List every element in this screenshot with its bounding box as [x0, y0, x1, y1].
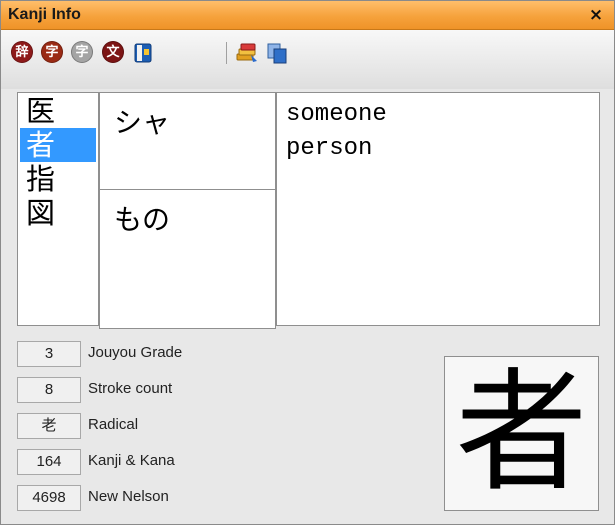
kun-reading-panel: もの [99, 189, 276, 329]
copy-icon [267, 43, 287, 64]
kanji-list[interactable]: 医 者 指 図 [17, 92, 99, 326]
window-title: Kanji Info [8, 6, 81, 23]
toolbar: 辞 字 字 文 [1, 30, 614, 89]
copy-button[interactable] [265, 41, 289, 65]
kanji-kana-value: 164 [17, 449, 81, 475]
new-nelson-value: 4698 [17, 485, 81, 511]
kanji-list-item[interactable]: 医 [20, 94, 96, 128]
kanji-info-window: Kanji Info × 辞 字 字 文 医 者 指 図 シャ もの someo… [0, 0, 615, 525]
on-reading-text: シャ [114, 106, 171, 139]
large-kanji-glyph: 者 [455, 356, 588, 510]
toolbar-separator [226, 42, 227, 64]
on-reading-panel: シャ [99, 92, 276, 190]
kanji-kana-label: Kanji & Kana [88, 452, 175, 469]
radical-label: Radical [88, 416, 139, 433]
jouyou-grade-label: Jouyou Grade [88, 344, 183, 361]
dictionary-button[interactable]: 辞 [11, 41, 35, 65]
stack-button[interactable] [235, 41, 259, 65]
text-icon: 文 [102, 41, 124, 63]
text-button[interactable]: 文 [102, 41, 126, 65]
jouyou-grade-value: 3 [17, 341, 81, 367]
kanji-list-item[interactable]: 指 [20, 162, 96, 196]
radical-value: 老 [17, 413, 81, 439]
new-nelson-label: New Nelson [88, 488, 169, 505]
kanji-list-item[interactable]: 図 [20, 196, 96, 230]
kun-reading-text: もの [114, 203, 171, 236]
close-button[interactable]: × [586, 4, 606, 26]
meaning-panel: someone person [276, 92, 600, 326]
character-disabled-icon: 字 [71, 41, 93, 63]
character-disabled-button[interactable]: 字 [71, 41, 95, 65]
stroke-count-value: 8 [17, 377, 81, 403]
character-icon: 字 [41, 41, 63, 63]
character-button[interactable]: 字 [41, 41, 65, 65]
stroke-count-label: Stroke count [88, 380, 173, 397]
meaning-line: person [286, 135, 373, 162]
large-kanji-display: 者 [444, 356, 599, 511]
book-icon [134, 43, 152, 63]
dictionary-icon: 辞 [11, 41, 33, 63]
book-button[interactable] [132, 41, 156, 65]
kanji-list-item-selected[interactable]: 者 [20, 128, 96, 162]
meaning-line: someone [286, 101, 387, 128]
stack-icon [236, 43, 257, 62]
title-bar[interactable]: Kanji Info × [1, 1, 614, 30]
